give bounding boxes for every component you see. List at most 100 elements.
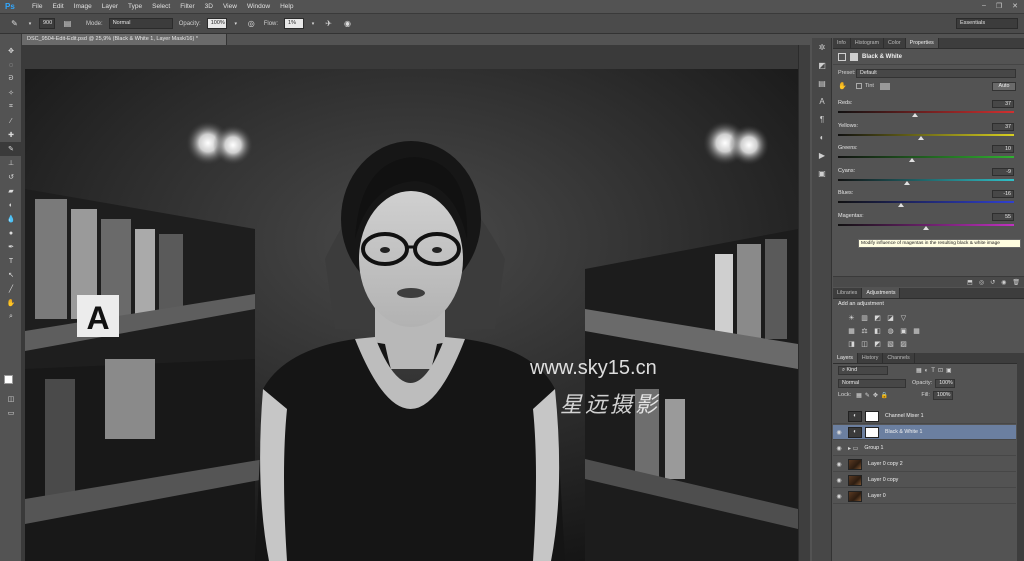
pen-tool-icon[interactable]: ✒ — [0, 240, 22, 254]
eraser-tool-icon[interactable]: ▰ — [0, 184, 22, 198]
menu-filter[interactable]: Filter — [175, 0, 199, 14]
opacity-field[interactable]: 100% — [206, 18, 227, 29]
pressure-size-icon[interactable]: ◉ — [341, 17, 354, 30]
threshold-icon[interactable]: ◩ — [873, 340, 882, 349]
selective-color-icon[interactable]: ▧ — [886, 340, 895, 349]
menu-select[interactable]: Select — [147, 0, 175, 14]
history-icon[interactable]: ▤ — [812, 74, 832, 92]
slider-cyans-value[interactable]: -9 — [992, 167, 1014, 176]
healing-tool-icon[interactable]: ✚ — [0, 128, 22, 142]
view-previous-icon[interactable]: ◎ — [979, 279, 984, 286]
tab-history[interactable]: History — [858, 353, 884, 363]
clone-source-icon[interactable]: ◐ — [812, 128, 832, 146]
actions-icon[interactable]: ▶ — [812, 146, 832, 164]
canvas-area[interactable]: A www.sky15.cn 星远摄影 — [22, 45, 810, 561]
paragraph-icon[interactable]: ¶ — [812, 110, 832, 128]
layer-row[interactable]: ◉ Layer 0 — [833, 489, 1016, 504]
fill-field[interactable]: 100% — [932, 390, 953, 400]
slider-greens-value[interactable]: 10 — [992, 145, 1014, 153]
screen-mode-icon[interactable]: ▭ — [0, 406, 22, 420]
close-button[interactable]: ✕ — [1012, 2, 1018, 10]
tab-info[interactable]: Info — [833, 38, 851, 48]
layer-row[interactable]: ◐ Channel Mixer 1 — [833, 409, 1016, 424]
clip-to-layer-icon[interactable]: ⬒ — [967, 279, 973, 286]
adjustment-layer-icon[interactable] — [838, 52, 846, 61]
slider-cyans-thumb[interactable] — [903, 180, 910, 185]
lasso-tool-icon[interactable]: ᘐ — [0, 72, 22, 86]
menu-view[interactable]: View — [218, 0, 242, 14]
brush-size-picker[interactable]: 900 — [39, 18, 55, 29]
brush-panel-icon[interactable]: ▤ — [61, 17, 74, 30]
minimize-button[interactable]: – — [982, 2, 986, 10]
slider-yellows-value[interactable]: 37 — [992, 122, 1014, 131]
document-canvas[interactable]: A www.sky15.cn 星远摄影 — [25, 69, 798, 561]
foreground-color-swatch[interactable] — [4, 375, 13, 384]
hand-tool-icon[interactable]: ✋ — [0, 296, 22, 310]
path-select-tool-icon[interactable]: ↖ — [0, 268, 22, 282]
eye-icon[interactable]: ◉ — [833, 461, 845, 468]
preset-select[interactable]: Default — [856, 68, 1016, 78]
exposure-icon[interactable]: ◪ — [886, 314, 895, 323]
slider-reds-thumb[interactable] — [912, 113, 919, 117]
layer-row[interactable]: ◉ ◐ Black & White 1 — [833, 425, 1016, 440]
black-white-icon[interactable]: ◧ — [873, 327, 882, 336]
mask-icon[interactable] — [850, 52, 858, 61]
eyedropper-tool-icon[interactable]: ⁄ — [0, 114, 22, 128]
menu-3d[interactable]: 3D — [200, 0, 218, 14]
menu-file[interactable]: File — [27, 0, 47, 14]
tool-presets-icon[interactable]: ▣ — [812, 164, 832, 182]
quick-select-tool-icon[interactable]: ✧ — [0, 86, 22, 100]
type-tool-icon[interactable]: T — [0, 254, 22, 268]
menu-layer[interactable]: Layer — [97, 0, 123, 14]
tab-properties[interactable]: Properties — [905, 38, 939, 48]
lock-icons[interactable]: ▦✎✥🔒 — [856, 392, 891, 399]
folder-icon[interactable]: ▸ ▭ — [848, 445, 858, 452]
slider-greens-track[interactable] — [838, 156, 1014, 158]
brush-tool-icon[interactable]: ✎ — [8, 17, 21, 30]
vibrance-icon[interactable]: ▽ — [899, 314, 908, 323]
slider-magentas-value[interactable]: 55 — [992, 212, 1014, 221]
layer-filter-icons[interactable]: ▦◐T⊡▣ — [916, 367, 955, 374]
tab-layers[interactable]: Layers — [833, 353, 858, 363]
slider-yellows-track[interactable] — [838, 133, 1014, 136]
eye-icon[interactable]: ◉ — [833, 429, 845, 436]
marquee-tool-icon[interactable]: ◌ — [0, 58, 22, 72]
layer-filter-kind-select[interactable]: ⌕ Kind — [838, 366, 888, 375]
blend-mode-select[interactable]: Normal — [838, 378, 906, 388]
slider-blues-value[interactable]: -16 — [992, 190, 1014, 198]
mode-select[interactable]: Normal — [108, 18, 173, 29]
chevron-down-icon[interactable]: ▾ — [310, 17, 316, 30]
workspace-select[interactable]: Essentials — [956, 18, 1018, 29]
tab-libraries[interactable]: Libraries — [833, 288, 863, 298]
tint-color-swatch[interactable] — [879, 82, 890, 90]
character-icon[interactable]: A — [812, 92, 832, 110]
line-tool-icon[interactable]: ╱ — [0, 282, 22, 296]
menu-edit[interactable]: Edit — [47, 0, 68, 14]
eye-icon[interactable]: ◉ — [833, 477, 845, 484]
photo-filter-icon[interactable]: ◍ — [886, 327, 895, 336]
slider-greens-thumb[interactable] — [908, 158, 915, 162]
slider-reds-value[interactable]: 37 — [992, 100, 1014, 108]
trash-icon[interactable]: 🗑 — [1012, 279, 1020, 286]
slider-blues-track[interactable] — [838, 201, 1014, 203]
color-balance-icon[interactable]: ⚖ — [860, 327, 869, 336]
slider-magentas-thumb[interactable] — [923, 225, 929, 230]
reset-icon[interactable]: ↺ — [990, 279, 995, 286]
slider-yellows-thumb[interactable] — [917, 135, 924, 140]
canvas-vertical-scrollbar[interactable] — [798, 45, 810, 561]
quick-mask-icon[interactable]: ◫ — [0, 392, 22, 406]
pressure-opacity-icon[interactable]: ◎ — [245, 17, 258, 30]
stamp-tool-icon[interactable]: ⊥ — [0, 156, 22, 170]
layer-row[interactable]: ◉ Layer 0 copy 2 — [833, 457, 1016, 472]
airbrush-icon[interactable]: ✈ — [322, 17, 335, 30]
slider-blues-thumb[interactable] — [898, 203, 905, 207]
posterize-icon[interactable]: ◫ — [860, 340, 869, 349]
brush-tool-icon[interactable]: ✎ — [0, 142, 22, 156]
navigator-icon[interactable]: ✲ — [812, 38, 832, 56]
eye-icon[interactable]: ◉ — [833, 445, 845, 452]
document-tab[interactable]: DSC_9504-Edit-Edit.psd @ 25,9% (Black & … — [22, 34, 227, 45]
layers-scrollbar[interactable] — [1017, 353, 1024, 561]
levels-icon[interactable]: ▥ — [860, 314, 869, 323]
move-tool-icon[interactable]: ✥ — [0, 44, 22, 58]
layer-mask-thumbnail[interactable] — [865, 410, 879, 422]
